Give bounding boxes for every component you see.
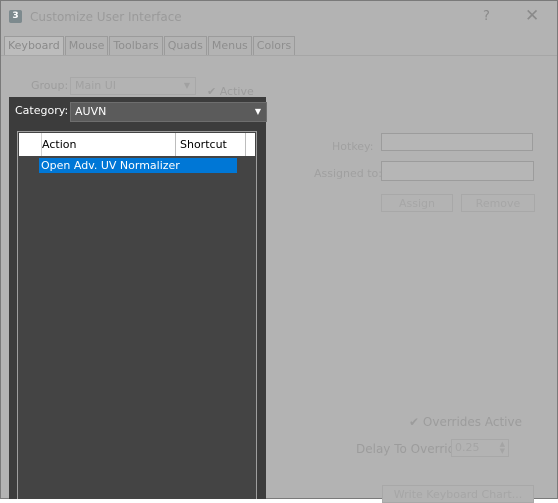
window-title: Customize User Interface	[30, 10, 182, 24]
column-header-action-label: Action	[42, 138, 77, 151]
category-value: AUVN	[75, 105, 107, 118]
group-dropdown[interactable]: Main UI ▼	[70, 77, 196, 95]
close-button[interactable]: ✕	[525, 6, 539, 26]
tab-toolbars[interactable]: Toolbars	[109, 36, 163, 55]
overrides-active-label: Overrides Active	[422, 415, 522, 429]
category-dropdown[interactable]: AUVN ▼	[70, 102, 267, 122]
group-label: Group:	[31, 79, 69, 92]
category-panel: Category: AUVN ▼ Action Shortcut Open Ad…	[9, 97, 267, 499]
hotkey-field[interactable]	[381, 133, 533, 151]
remove-button[interactable]: Remove	[461, 194, 535, 212]
list-item[interactable]: Open Adv. UV Normalizer	[39, 158, 237, 173]
tab-keyboard[interactable]: Keyboard	[4, 36, 64, 55]
chevron-down-icon: ▼	[183, 81, 190, 90]
assigned-to-label: Assigned to:	[314, 167, 382, 180]
tab-divider	[1, 55, 557, 56]
action-list[interactable]	[17, 131, 257, 499]
header-spacer	[19, 133, 41, 156]
title-bar: 3 Customize User Interface ? ✕	[1, 1, 557, 33]
help-button[interactable]: ?	[483, 9, 490, 24]
delay-to-override-spinner[interactable]: 0.25 ▲ ▼	[451, 439, 509, 457]
spinner-arrows-icon[interactable]: ▲ ▼	[500, 441, 505, 455]
checkmark-icon: ✔	[409, 415, 420, 429]
assigned-to-field[interactable]	[381, 161, 534, 181]
overrides-active-checkbox[interactable]: ✔ Overrides Active	[409, 415, 522, 429]
tab-colors[interactable]: Colors	[252, 36, 296, 55]
tab-mouse[interactable]: Mouse	[64, 36, 109, 55]
tab-menus[interactable]: Menus	[207, 36, 252, 55]
chevron-down-icon: ▼	[254, 107, 261, 116]
write-keyboard-chart-button[interactable]: Write Keyboard Chart...	[382, 485, 534, 503]
action-name: Open Adv. UV Normalizer	[41, 159, 180, 172]
category-label: Category:	[15, 104, 69, 117]
column-header-action[interactable]: Action	[41, 133, 174, 156]
tab-bar: Keyboard Mouse Toolbars Quads Menus Colo…	[4, 36, 296, 56]
delay-value: 0.25	[455, 441, 480, 454]
assign-button[interactable]: Assign	[381, 194, 453, 212]
hotkey-label: Hotkey:	[332, 140, 374, 153]
tab-quads[interactable]: Quads	[163, 36, 207, 55]
group-value: Main UI	[75, 79, 117, 92]
action-list-header: Action Shortcut	[19, 133, 255, 156]
app-logo-icon: 3	[9, 10, 22, 23]
column-header-shortcut[interactable]: Shortcut	[175, 133, 246, 156]
